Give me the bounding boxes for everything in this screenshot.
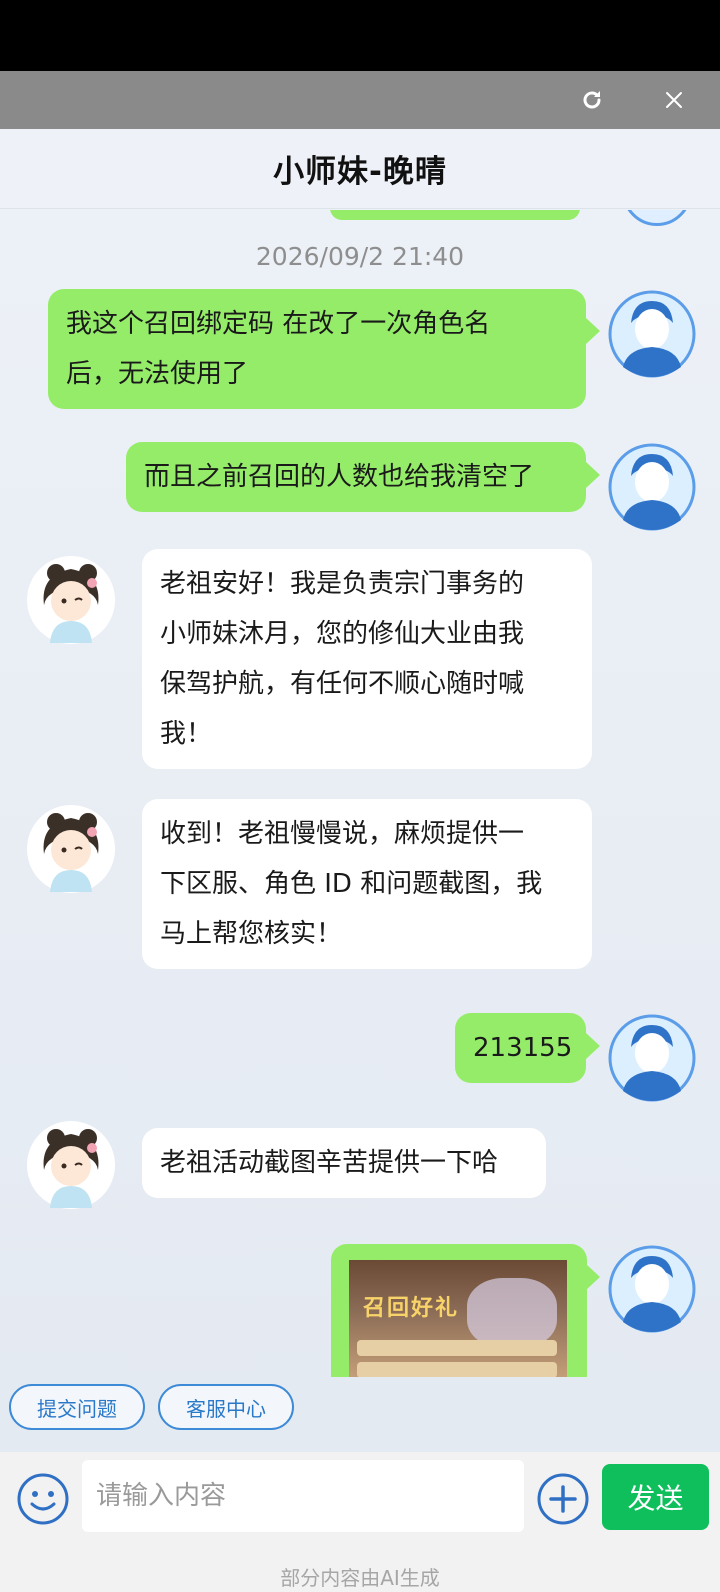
message-line: 保驾护航，有任何不顺心随时喊	[160, 669, 525, 699]
assistant-avatar[interactable]	[26, 1120, 116, 1210]
message-line: 我！	[160, 719, 213, 749]
message-line: 老祖安好！我是负责宗门事务的	[160, 569, 525, 599]
message-timestamp: 2026/09/2 21:40	[255, 242, 465, 271]
my-message-bubble[interactable]: 而且之前召回的人数也给我清空了	[126, 442, 586, 512]
user-avatar[interactable]	[607, 442, 697, 532]
user-avatar[interactable]	[607, 1244, 697, 1334]
smiley-icon[interactable]	[16, 1472, 70, 1526]
plus-circle-icon[interactable]	[536, 1472, 590, 1526]
submit-issue-button[interactable]: 提交问题	[9, 1384, 145, 1430]
ai-disclaimer: 部分内容由AI生成	[280, 1566, 440, 1590]
assistant-message-bubble[interactable]: 老祖活动截图辛苦提供一下哈	[142, 1128, 546, 1198]
thumbnail-caption: 召回好礼	[363, 1296, 460, 1321]
assistant-message-bubble[interactable]: 收到！老祖慢慢说，麻烦提供一 下区服、角色 ID 和问题截图，我 马上帮您核实！	[142, 799, 592, 969]
bubble-tail	[586, 318, 600, 344]
service-center-button[interactable]: 客服中心	[158, 1384, 294, 1430]
window-top-bar	[0, 71, 720, 129]
chat-header: 小师妹-晚晴	[0, 129, 720, 209]
message-line: 下区服、角色 ID 和问题截图，我	[160, 869, 543, 899]
quick-actions: 提交问题 客服中心	[0, 1377, 720, 1435]
message-line: 收到！老祖慢慢说，麻烦提供一	[160, 819, 525, 849]
status-bar	[0, 0, 720, 71]
bubble-tail	[586, 1264, 600, 1290]
user-avatar[interactable]	[607, 289, 697, 379]
send-button[interactable]: 发送	[602, 1464, 709, 1530]
previous-user-avatar	[622, 210, 692, 228]
bubble-tail	[586, 462, 600, 488]
message-line: 而且之前召回的人数也给我清空了	[144, 462, 535, 492]
message-line: 老祖活动截图辛苦提供一下哈	[160, 1148, 499, 1178]
my-message-bubble[interactable]: 213155	[455, 1013, 586, 1083]
message-line: 小师妹沐月，您的修仙大业由我	[160, 619, 525, 649]
message-line: 213155	[473, 1033, 573, 1063]
composer: 发送 部分内容由AI生成	[0, 1452, 720, 1592]
message-line: 我这个召回绑定码 在改了一次角色名	[66, 309, 491, 339]
refresh-icon[interactable]	[576, 84, 608, 116]
message-line: 后，无法使用了	[66, 359, 249, 389]
message-list[interactable]: 2026/09/2 21:40 我这个召回绑定码 在改了一次角色名 后，无法使用…	[0, 210, 720, 1377]
message-input[interactable]	[82, 1460, 524, 1532]
user-avatar[interactable]	[607, 1013, 697, 1103]
close-icon[interactable]	[658, 84, 690, 116]
assistant-avatar[interactable]	[26, 804, 116, 894]
previous-message-bubble	[330, 210, 580, 220]
message-line: 马上帮您核实！	[160, 919, 343, 949]
screenshot-thumbnail[interactable]: 召回好礼	[349, 1260, 567, 1377]
page-title: 小师妹-晚晴	[273, 154, 447, 190]
assistant-avatar[interactable]	[26, 555, 116, 645]
my-message-bubble[interactable]: 我这个召回绑定码 在改了一次角色名 后，无法使用了	[48, 289, 586, 409]
my-image-message[interactable]: 召回好礼	[331, 1244, 587, 1377]
assistant-message-bubble[interactable]: 老祖安好！我是负责宗门事务的 小师妹沐月，您的修仙大业由我 保驾护航，有任何不顺…	[142, 549, 592, 769]
bubble-tail	[586, 1033, 600, 1059]
